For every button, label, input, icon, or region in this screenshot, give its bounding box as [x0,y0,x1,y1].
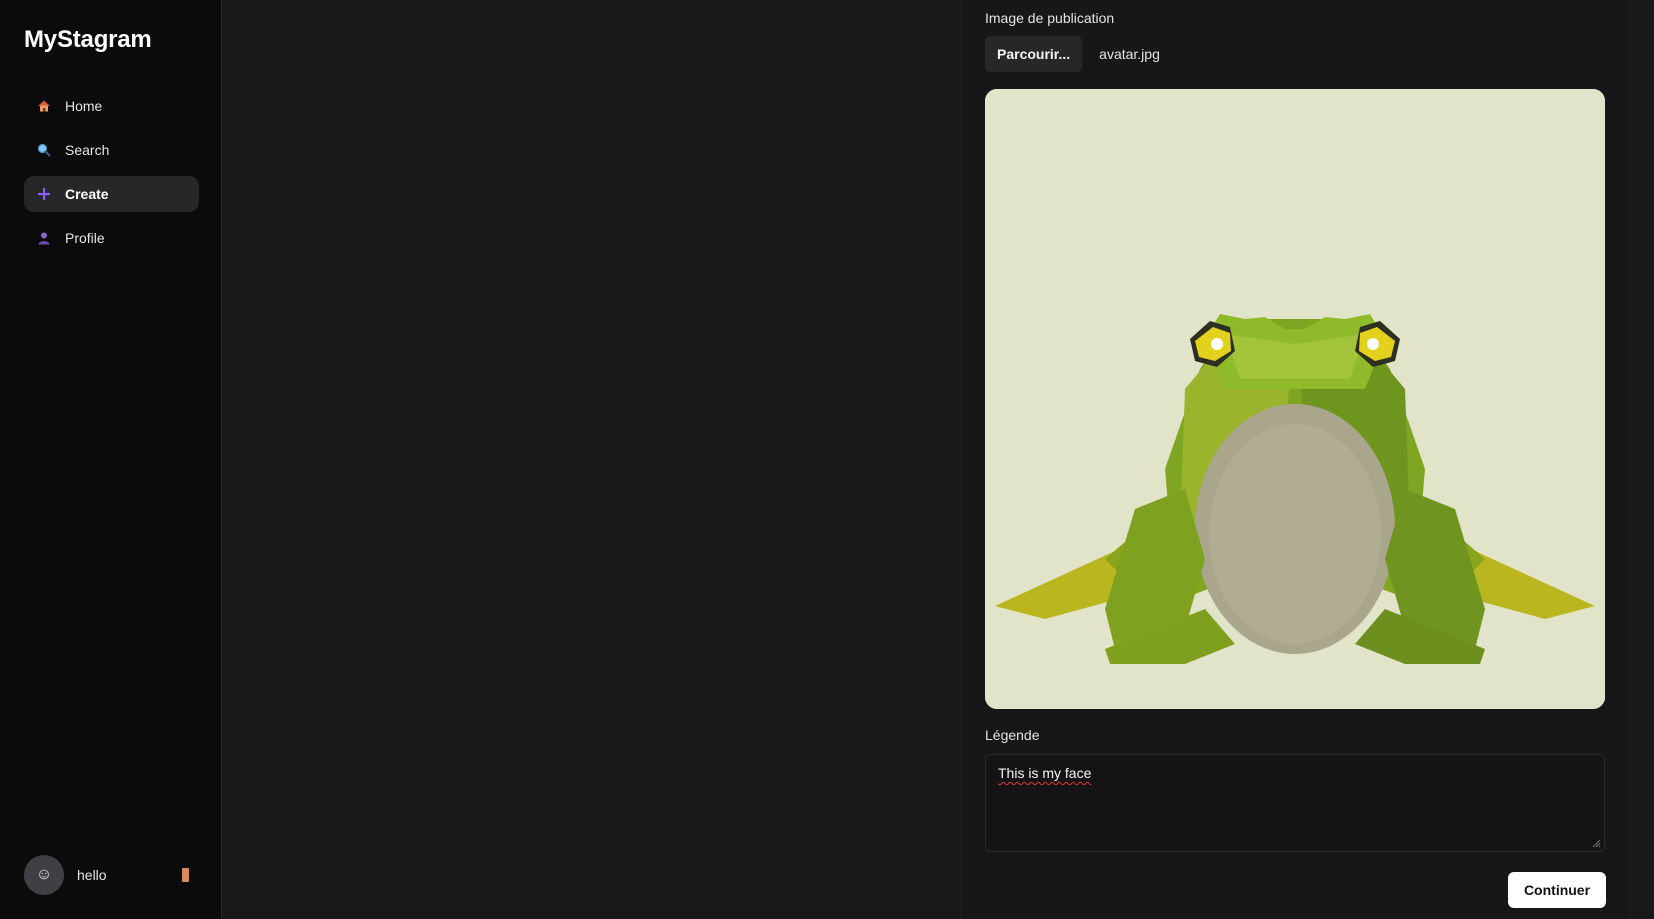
person-icon [37,231,51,245]
sidebar-item-profile[interactable]: Profile [24,220,199,256]
logout-icon[interactable] [182,868,189,882]
sidebar: MyStagram Home Search Create Profile ☺ h… [0,0,222,919]
sidebar-item-label: Create [65,186,109,202]
sidebar-item-label: Profile [65,230,105,246]
image-field-label: Image de publication [985,10,1115,26]
house-icon [37,99,51,113]
image-preview [985,89,1605,709]
caption-value: This is my face [998,765,1092,781]
main-content: Image de publication Parcourir... avatar… [223,0,1654,919]
sidebar-item-home[interactable]: Home [24,88,199,124]
sidebar-nav: Home Search Create Profile [24,88,199,264]
current-user[interactable]: ☺ hello [24,855,199,895]
username: hello [77,867,107,883]
sidebar-item-label: Home [65,98,103,114]
continue-button[interactable]: Continuer [1508,872,1606,908]
caption-field-label: Légende [985,727,1040,743]
magnifier-icon [37,143,51,157]
create-post-panel: Image de publication Parcourir... avatar… [960,0,1630,919]
plus-icon [37,187,51,201]
browse-button[interactable]: Parcourir... [985,36,1083,72]
file-picker: Parcourir... avatar.jpg [985,36,1160,72]
caption-input[interactable]: This is my face [985,754,1605,852]
selected-file-name: avatar.jpg [1099,46,1160,62]
brand-logo[interactable]: MyStagram [24,26,152,54]
sidebar-item-create[interactable]: Create [24,176,199,212]
resize-handle-icon[interactable] [1591,838,1601,848]
avatar[interactable]: ☺ [24,855,64,895]
frog-image [985,89,1605,709]
app-root: MyStagram Home Search Create Profile ☺ h… [0,0,1654,919]
sidebar-item-search[interactable]: Search [24,132,199,168]
sidebar-item-label: Search [65,142,110,158]
